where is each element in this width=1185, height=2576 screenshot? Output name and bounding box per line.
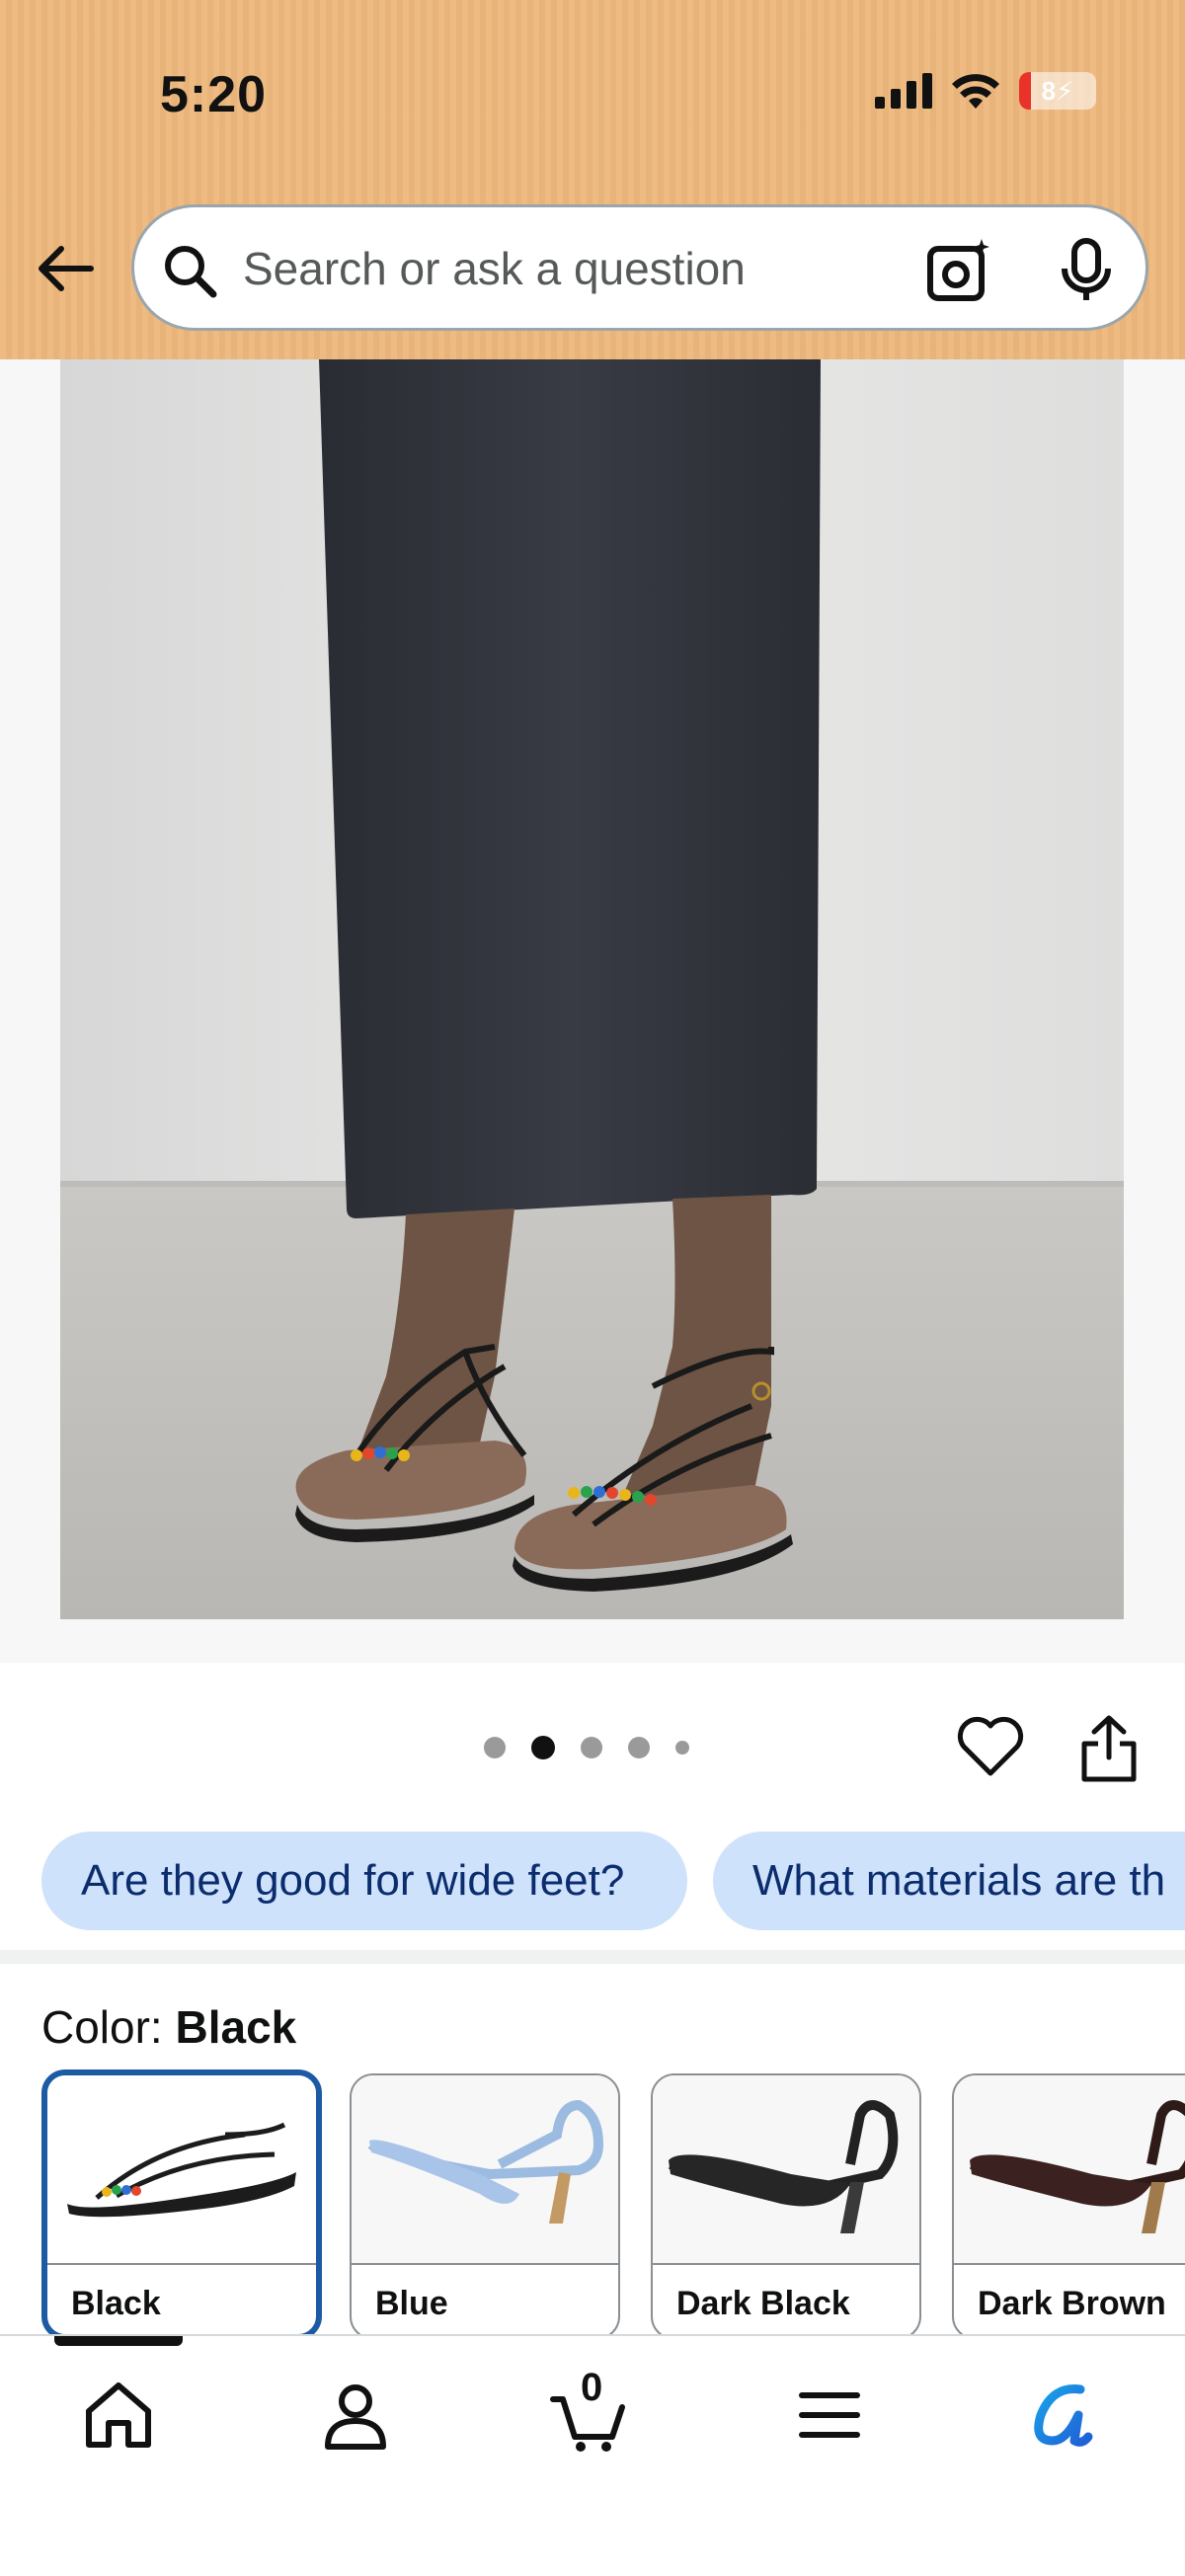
pagination-dot[interactable] xyxy=(484,1737,506,1758)
pagination-dot-active[interactable] xyxy=(531,1736,555,1759)
menu-icon[interactable] xyxy=(790,2376,869,2455)
product-image-gallery[interactable] xyxy=(0,359,1185,1663)
swatch-dark-brown-image xyxy=(954,2075,1185,2265)
pagination-dot[interactable] xyxy=(628,1737,650,1758)
cart-count: 0 xyxy=(581,2366,603,2409)
swatch-dark-black[interactable]: Dark Black xyxy=(651,2073,921,2336)
color-label-prefix: Color: xyxy=(41,2001,176,2053)
search-bar[interactable] xyxy=(131,204,1148,331)
product-photo[interactable] xyxy=(60,359,1124,1619)
status-icons: 8 ⚡ xyxy=(875,71,1096,111)
pagination-dot[interactable] xyxy=(675,1741,689,1755)
section-divider xyxy=(0,1950,1185,1964)
battery-icon: 8 ⚡ xyxy=(1019,72,1096,110)
status-time: 5:20 xyxy=(160,66,268,123)
share-icon[interactable] xyxy=(1078,1714,1140,1783)
swatch-blue[interactable]: Blue xyxy=(350,2073,620,2336)
search-input[interactable] xyxy=(243,237,895,300)
search-icon xyxy=(165,246,217,298)
battery-level: 8 xyxy=(1041,75,1057,106)
active-tab-indicator xyxy=(54,2336,183,2346)
color-swatches: Black Blue Dark Black Dark Brown xyxy=(41,2069,1185,2336)
color-selected-value: Black xyxy=(175,2001,297,2053)
home-icon[interactable] xyxy=(79,2376,158,2455)
suggestion-chip-materials[interactable]: What materials are th xyxy=(713,1832,1185,1930)
swatch-black-label: Black xyxy=(71,2285,161,2322)
swatch-dark-brown-label: Dark Brown xyxy=(978,2285,1166,2322)
image-pagination-dots[interactable] xyxy=(484,1736,689,1759)
swatch-black[interactable]: Black xyxy=(41,2069,322,2336)
pagination-dot[interactable] xyxy=(581,1737,602,1758)
swatch-blue-image xyxy=(352,2075,618,2265)
bottom-navigation: 0 xyxy=(0,2334,1185,2576)
suggestion-chip-wide-feet[interactable]: Are they good for wide feet? xyxy=(41,1832,687,1930)
signal-icon xyxy=(875,73,932,109)
swatch-blue-label: Blue xyxy=(375,2285,448,2322)
suggestion-chips: Are they good for wide feet? What materi… xyxy=(41,1832,1185,1930)
color-label: Color: Black xyxy=(41,2000,296,2054)
swatch-dark-brown[interactable]: Dark Brown xyxy=(952,2073,1185,2336)
back-arrow-icon[interactable] xyxy=(34,237,97,300)
camera-search-icon[interactable] xyxy=(924,235,995,306)
wifi-icon xyxy=(952,74,999,109)
swatch-black-image xyxy=(47,2075,316,2265)
heart-icon[interactable] xyxy=(956,1716,1025,1779)
account-icon[interactable] xyxy=(316,2376,395,2455)
app-header: 5:20 8 ⚡ xyxy=(0,0,1185,359)
swatch-dark-black-image xyxy=(653,2075,919,2265)
swatch-dark-black-label: Dark Black xyxy=(676,2285,850,2322)
rufus-assistant-icon[interactable] xyxy=(1023,2376,1102,2455)
microphone-icon[interactable] xyxy=(1055,237,1118,304)
